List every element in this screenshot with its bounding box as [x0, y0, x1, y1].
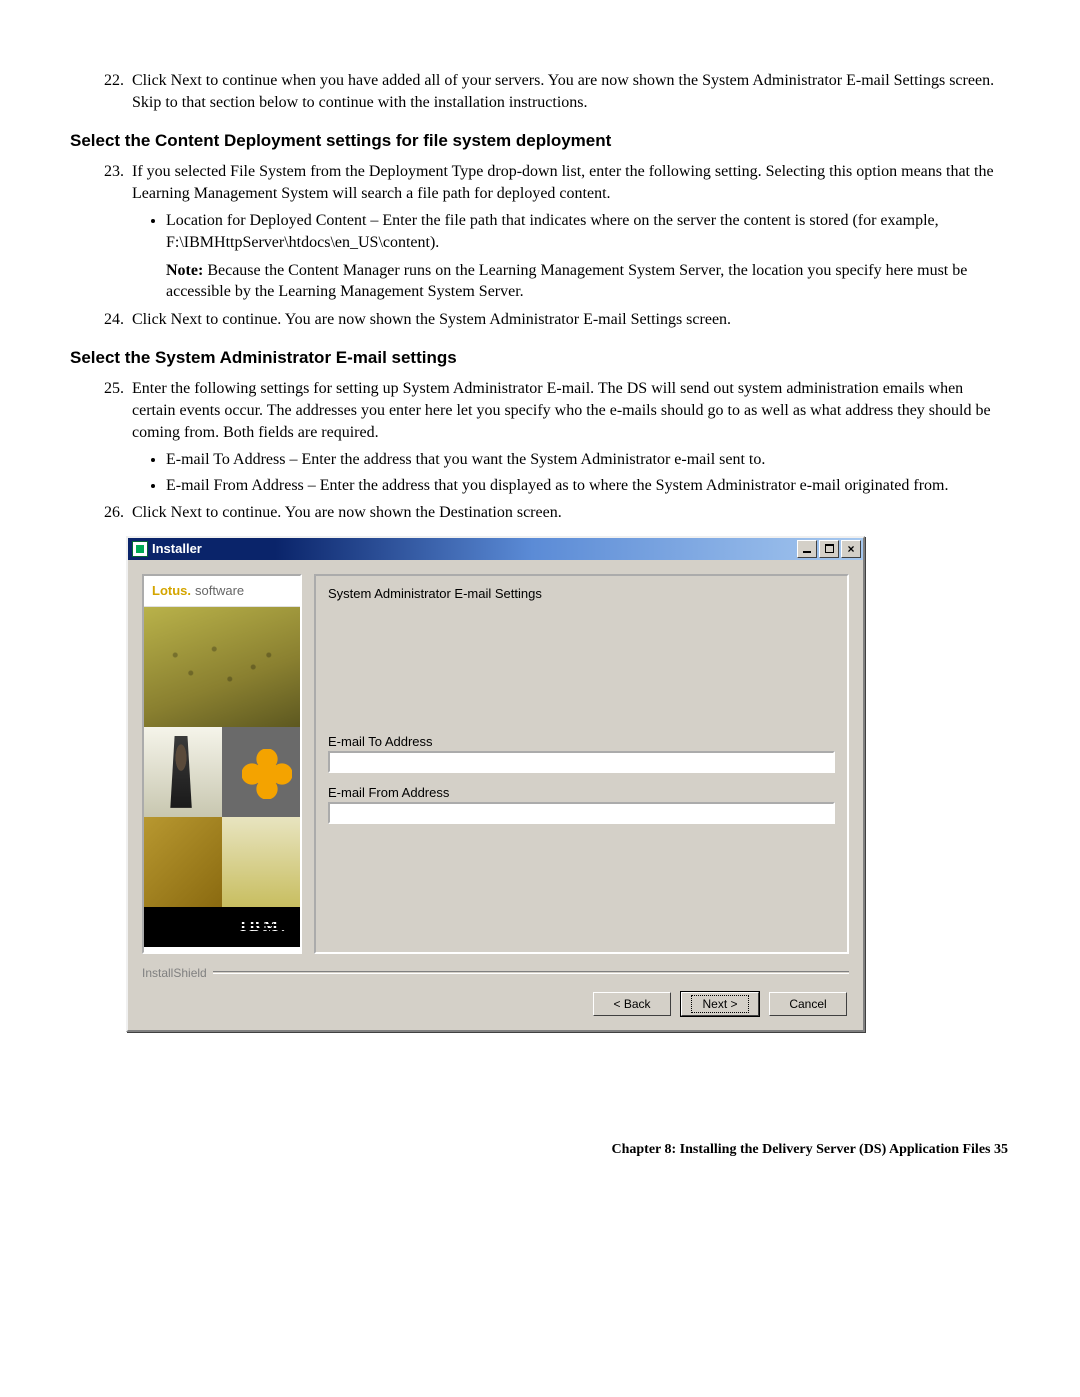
back-button-label: < Back — [613, 997, 650, 1011]
collage-hand-image — [144, 817, 222, 907]
section-heading-content-deployment: Select the Content Deployment settings f… — [70, 131, 1010, 151]
step-list-22: Click Next to continue when you have add… — [70, 70, 1010, 113]
step-24: Click Next to continue. You are now show… — [128, 309, 1010, 331]
titlebar: Installer × — [128, 538, 863, 560]
email-to-field[interactable] — [328, 751, 835, 773]
right-panel: System Administrator E-mail Settings E-m… — [314, 574, 849, 954]
software-text: software — [195, 583, 244, 598]
step-23-bullet-text: Location for Deployed Content – Enter th… — [166, 212, 939, 251]
step-25-intro: Enter the following settings for setting… — [132, 380, 991, 440]
image-collage: IBM. — [144, 607, 300, 952]
back-button[interactable]: < Back — [593, 992, 671, 1016]
maximize-button[interactable] — [819, 540, 839, 558]
email-from-field[interactable] — [328, 802, 835, 824]
window-controls: × — [797, 540, 861, 558]
installshield-label: InstallShield — [142, 966, 207, 980]
label-email-from: E-mail From Address — [328, 785, 835, 800]
step-22: Click Next to continue when you have add… — [128, 70, 1010, 113]
step-25-bullets: E-mail To Address – Enter the address th… — [132, 449, 1010, 496]
step-24-text: Click Next to continue. You are now show… — [132, 311, 731, 328]
panel-bottom-spacer — [328, 832, 835, 942]
ibm-logo-row: IBM. — [144, 907, 300, 947]
step-list-23: If you selected File System from the Dep… — [70, 161, 1010, 330]
step-25-bullet-1: E-mail To Address – Enter the address th… — [166, 449, 1010, 471]
installshield-row: InstallShield — [142, 966, 849, 980]
note-label: Note: — [166, 262, 203, 279]
next-button[interactable]: Next > — [681, 992, 759, 1016]
step-23-intro: If you selected File System from the Dep… — [132, 163, 994, 202]
installer-window: Installer × Lotus. software — [126, 536, 865, 1032]
content-row: Lotus. software IBM. Sys — [142, 574, 849, 954]
minimize-icon — [803, 551, 811, 553]
ibm-logo: IBM. — [240, 918, 288, 936]
step-23-bullet: Location for Deployed Content – Enter th… — [166, 210, 1010, 302]
divider-line — [213, 971, 849, 974]
lotus-text: Lotus. — [152, 583, 191, 598]
page-footer: Chapter 8: Installing the Delivery Serve… — [70, 1142, 1010, 1158]
installer-screenshot: Installer × Lotus. software — [126, 536, 1010, 1032]
lotus-brand: Lotus. software — [144, 576, 300, 607]
section-heading-email-settings: Select the System Administrator E-mail s… — [70, 348, 1010, 368]
step-23-note: Note: Because the Content Manager runs o… — [166, 260, 1010, 303]
button-row: < Back Next > Cancel — [142, 988, 849, 1022]
step-22-text: Click Next to continue when you have add… — [132, 72, 994, 111]
collage-people-image — [144, 727, 222, 817]
cancel-button-label: Cancel — [789, 997, 826, 1011]
maximize-icon — [825, 544, 834, 553]
step-25-bullet-2: E-mail From Address – Enter the address … — [166, 475, 1010, 497]
step-23-bullets: Location for Deployed Content – Enter th… — [132, 210, 1010, 302]
app-icon — [132, 541, 148, 557]
close-icon: × — [847, 543, 854, 555]
close-button[interactable]: × — [841, 540, 861, 558]
cancel-button[interactable]: Cancel — [769, 992, 847, 1016]
step-25: Enter the following settings for setting… — [128, 378, 1010, 496]
step-26-text: Click Next to continue. You are now show… — [132, 504, 562, 521]
window-title: Installer — [152, 541, 797, 556]
collage-flower-icon — [222, 727, 300, 817]
label-email-to: E-mail To Address — [328, 734, 835, 749]
note-text: Because the Content Manager runs on the … — [166, 262, 967, 301]
panel-spacer — [328, 609, 835, 730]
step-23: If you selected File System from the Dep… — [128, 161, 1010, 303]
installer-body: Lotus. software IBM. Sys — [128, 560, 863, 1030]
collage-yellow-image — [222, 817, 300, 907]
panel-heading: System Administrator E-mail Settings — [328, 586, 835, 601]
collage-crowd-image — [144, 607, 300, 727]
step-list-25: Enter the following settings for setting… — [70, 378, 1010, 524]
minimize-button[interactable] — [797, 540, 817, 558]
document-page: Click Next to continue when you have add… — [0, 0, 1080, 1198]
left-panel: Lotus. software IBM. — [142, 574, 302, 954]
next-button-label: Next > — [691, 995, 748, 1013]
step-26: Click Next to continue. You are now show… — [128, 502, 1010, 524]
